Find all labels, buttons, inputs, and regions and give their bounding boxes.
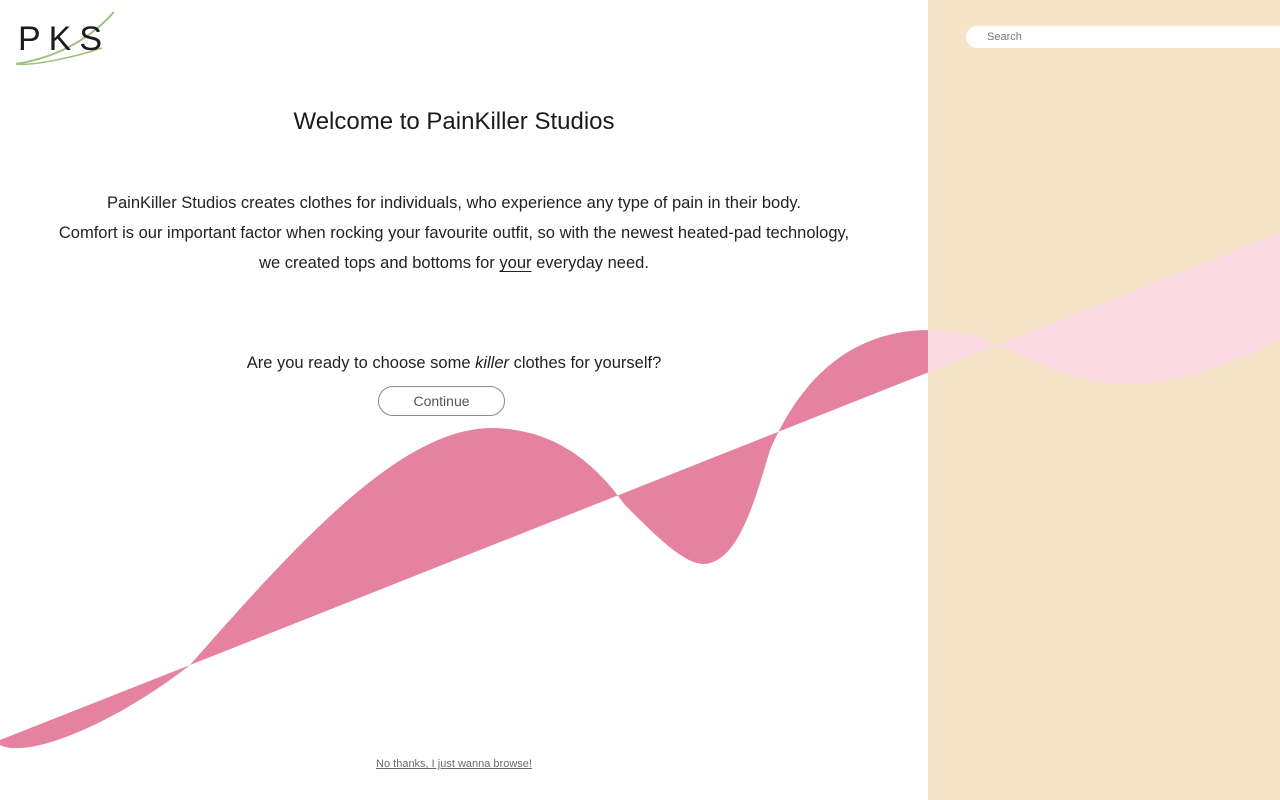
logo[interactable]: PKS (12, 8, 124, 70)
intro-line-3-start: we created tops and bottoms for (259, 254, 500, 272)
intro-text: PainKiller Studios creates clothes for i… (0, 188, 908, 278)
search-input[interactable] (985, 30, 1280, 44)
wave-ribbon-light (928, 232, 1280, 385)
search-bar[interactable] (966, 26, 1280, 48)
page-title: Welcome to PainKiller Studios (293, 108, 615, 135)
prompt-end: clothes for yourself? (509, 354, 662, 372)
prompt-question: Are you ready to choose some killer clot… (0, 354, 908, 373)
prompt-start: Are you ready to choose some (246, 354, 476, 372)
browse-link[interactable]: No thanks, I just wanna browse! (0, 758, 908, 770)
prompt-emphasis: killer (475, 354, 510, 372)
intro-line-2: Comfort is our important factor when roc… (58, 224, 850, 242)
intro-line-3-emphasis: your (499, 254, 532, 272)
logo-text: PKS (18, 20, 111, 58)
intro-line-3: we created tops and bottoms for your eve… (0, 248, 908, 278)
wave-ribbon (0, 330, 928, 749)
intro-line-3-end: everyday need. (531, 254, 649, 272)
continue-button[interactable]: Continue (378, 386, 505, 416)
intro-line-1: PainKiller Studios creates clothes for i… (107, 194, 801, 212)
